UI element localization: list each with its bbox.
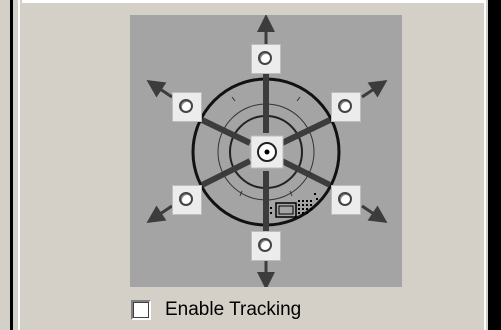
direction-down-right-option[interactable]: [331, 185, 361, 215]
direction-down-radio[interactable]: [258, 238, 272, 252]
enable-tracking-row[interactable]: Enable Tracking: [131, 298, 301, 322]
direction-down-left-radio[interactable]: [179, 192, 193, 206]
device-icon: [270, 193, 318, 218]
direction-down-option[interactable]: [251, 231, 281, 261]
right-window-border: [484, 0, 501, 330]
direction-up-right-radio[interactable]: [338, 99, 352, 113]
panel-top-edge: [22, 0, 484, 3]
direction-up-option[interactable]: [251, 44, 281, 74]
enable-tracking-checkbox[interactable]: [131, 300, 151, 320]
direction-down-right-radio[interactable]: [338, 192, 352, 206]
direction-up-right-option[interactable]: [331, 92, 361, 122]
enable-tracking-label[interactable]: Enable Tracking: [165, 299, 301, 321]
direction-down-left-option[interactable]: [172, 185, 202, 215]
arrow-down-left-icon: [146, 204, 173, 223]
arrow-down-right-icon: [361, 204, 388, 223]
direction-up-left-option[interactable]: [172, 92, 202, 122]
tracking-direction-diagram: [130, 15, 402, 287]
arrow-up-right-icon: [361, 80, 388, 99]
direction-up-radio[interactable]: [258, 51, 272, 65]
direction-up-left-radio[interactable]: [179, 99, 193, 113]
arrow-up-left-icon: [146, 80, 173, 99]
left-window-border: [0, 0, 22, 330]
